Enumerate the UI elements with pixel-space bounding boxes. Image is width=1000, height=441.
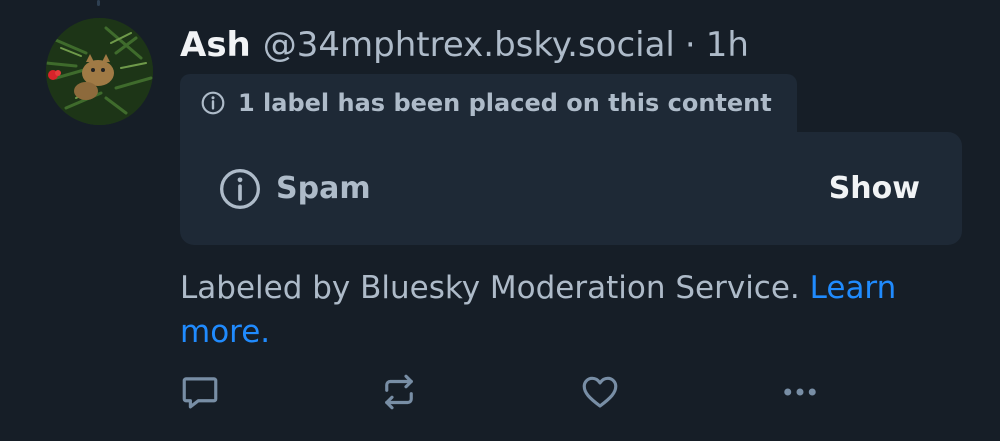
repost-button[interactable] [372, 365, 426, 419]
like-button[interactable] [573, 365, 627, 419]
post-container: Ash @34mphtrex.bsky.social · 1h 1 label … [0, 0, 1000, 441]
reply-icon [182, 377, 218, 409]
label-notice-button[interactable]: 1 label has been placed on this content [180, 74, 797, 132]
more-icon [784, 388, 816, 396]
heart-icon [582, 376, 618, 408]
reply-button[interactable] [173, 365, 227, 419]
label-notice-text: 1 label has been placed on this content [238, 89, 772, 117]
more-button[interactable] [773, 365, 827, 419]
author-name[interactable]: Ash [180, 22, 251, 68]
labeled-by-label: Labeled by Bluesky Moderation Service. [180, 270, 810, 306]
header-separator: · [684, 25, 696, 65]
labeled-by-text: Labeled by Bluesky Moderation Service. L… [180, 266, 940, 354]
post-actions [0, 365, 1000, 419]
post-header: Ash @34mphtrex.bsky.social · 1h [180, 22, 749, 70]
thread-line [97, 0, 100, 6]
label-name: Spam [276, 171, 371, 206]
post-time[interactable]: 1h [706, 22, 749, 68]
info-icon [201, 91, 225, 115]
author-handle[interactable]: @34mphtrex.bsky.social [263, 22, 675, 68]
show-button[interactable]: Show [829, 171, 920, 206]
avatar[interactable] [46, 18, 153, 125]
avatar-image [46, 18, 153, 125]
moderation-content-box: Spam Show [180, 132, 962, 245]
info-icon [220, 168, 260, 209]
repost-icon [385, 374, 413, 410]
